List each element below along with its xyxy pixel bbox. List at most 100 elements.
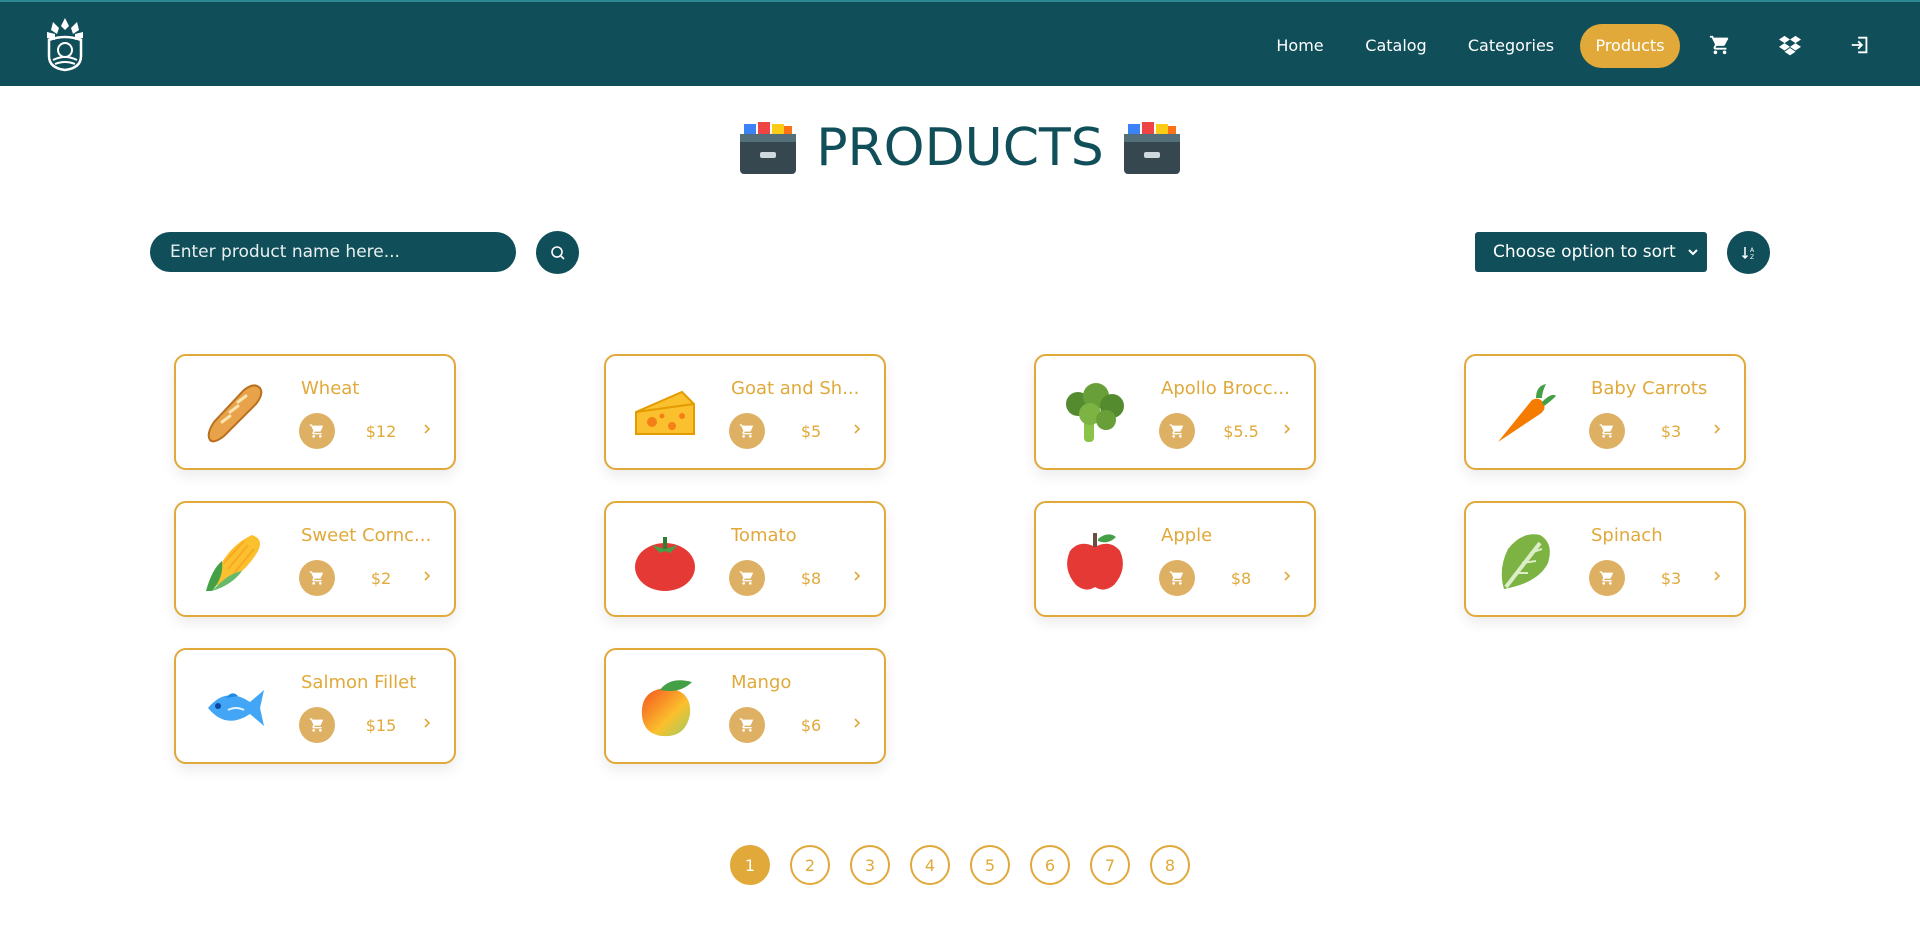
pagination-page-8[interactable]: 8 [1150, 845, 1190, 885]
pagination-page-6[interactable]: 6 [1030, 845, 1070, 885]
navbar: Home Catalog Categories Products [0, 0, 1920, 86]
cart-icon [1169, 571, 1184, 585]
product-name: Apple [1161, 525, 1213, 546]
chevron-right-icon[interactable] [420, 422, 434, 436]
product-price: $5 [800, 422, 822, 441]
leafy-green-icon [1501, 534, 1550, 589]
product-card[interactable]: Spinach $3 [1464, 501, 1746, 617]
mango-icon [641, 680, 692, 737]
product-name: Goat and Sh... [731, 378, 860, 399]
product-card[interactable]: Sweet Cornc... $2 [174, 501, 456, 617]
pagination-page-4[interactable]: 4 [910, 845, 950, 885]
add-to-cart-button[interactable] [299, 413, 335, 449]
cart-icon [739, 718, 754, 732]
product-card[interactable]: Mango $6 [604, 648, 886, 764]
cart-icon [1599, 571, 1614, 585]
add-to-cart-button[interactable] [1159, 560, 1195, 596]
pagination-page-7[interactable]: 7 [1090, 845, 1130, 885]
chevron-right-icon[interactable] [1280, 569, 1294, 583]
product-price: $8 [1230, 569, 1252, 588]
product-price: $2 [370, 569, 392, 588]
product-card[interactable]: Apollo Brocc... $5.5 [1034, 354, 1316, 470]
card-file-box-icon [740, 122, 797, 174]
product-card[interactable]: Goat and Sh... $5 [604, 354, 886, 470]
chevron-right-icon[interactable] [850, 422, 864, 436]
product-name: Spinach [1591, 525, 1663, 546]
sort-selected-value: Choose option to sort [1493, 242, 1676, 262]
product-price: $15 [365, 716, 397, 735]
chevron-right-icon[interactable] [1280, 422, 1294, 436]
product-price: $12 [365, 422, 397, 441]
product-card[interactable]: Apple $8 [1034, 501, 1316, 617]
product-card[interactable]: Baby Carrots $3 [1464, 354, 1746, 470]
search-button[interactable] [536, 231, 579, 274]
product-price: $3 [1660, 569, 1682, 588]
pagination-page-2[interactable]: 2 [790, 845, 830, 885]
cart-icon [1169, 424, 1184, 438]
fish-icon [208, 690, 264, 726]
sort-select[interactable]: Choose option to sort [1475, 232, 1707, 272]
cart-icon[interactable] [1709, 34, 1731, 56]
product-price: $8 [800, 569, 822, 588]
nav-home[interactable]: Home [1262, 24, 1338, 68]
product-card[interactable]: Salmon Fillet $15 [174, 648, 456, 764]
cart-icon [309, 571, 324, 585]
dropbox-icon[interactable] [1779, 34, 1801, 56]
product-name: Wheat [301, 378, 360, 399]
card-file-box-icon [1123, 122, 1180, 174]
cart-icon [309, 424, 324, 438]
product-name: Tomato [731, 525, 797, 546]
add-to-cart-button[interactable] [299, 560, 335, 596]
pagination-page-1[interactable]: 1 [730, 845, 770, 885]
add-to-cart-button[interactable] [299, 707, 335, 743]
sort-button[interactable]: A Z [1727, 231, 1770, 274]
nav-catalog[interactable]: Catalog [1354, 24, 1438, 68]
product-name: Apollo Brocc... [1161, 378, 1290, 399]
apple-icon [1067, 533, 1123, 590]
product-name: Mango [731, 672, 792, 693]
brand-logo[interactable] [43, 16, 87, 72]
cart-icon [739, 424, 754, 438]
product-card[interactable]: Tomato $8 [604, 501, 886, 617]
pagination-page-5[interactable]: 5 [970, 845, 1010, 885]
product-price: $5.5 [1223, 422, 1259, 441]
product-card[interactable]: Wheat $12 [174, 354, 456, 470]
broccoli-icon [1066, 383, 1124, 442]
product-name: Sweet Cornc... [301, 525, 432, 546]
chevron-down-icon [1688, 249, 1698, 256]
add-to-cart-button[interactable] [729, 560, 765, 596]
page-title: PRODUCTS [816, 118, 1104, 178]
svg-text:Z: Z [1750, 254, 1754, 261]
chevron-right-icon[interactable] [1710, 422, 1724, 436]
cart-icon [309, 718, 324, 732]
product-name: Salmon Fillet [301, 672, 417, 693]
add-to-cart-button[interactable] [729, 413, 765, 449]
add-to-cart-button[interactable] [1589, 560, 1625, 596]
chevron-right-icon[interactable] [850, 569, 864, 583]
cart-icon [1599, 424, 1614, 438]
chevron-right-icon[interactable] [850, 716, 864, 730]
chevron-right-icon[interactable] [420, 569, 434, 583]
add-to-cart-button[interactable] [1589, 413, 1625, 449]
nav-categories[interactable]: Categories [1458, 24, 1564, 68]
carrot-icon [1498, 384, 1556, 442]
nav-products[interactable]: Products [1580, 24, 1680, 68]
sort-icon: A Z [1741, 246, 1755, 261]
cheese-icon [635, 390, 695, 435]
pagination-page-3[interactable]: 3 [850, 845, 890, 885]
search-icon [550, 245, 565, 260]
product-price: $6 [800, 716, 822, 735]
baguette-icon [207, 384, 263, 443]
product-name: Baby Carrots [1591, 378, 1708, 399]
add-to-cart-button[interactable] [729, 707, 765, 743]
svg-text:A: A [1750, 247, 1755, 254]
tomato-icon [635, 537, 695, 591]
search-input[interactable] [150, 232, 516, 272]
corn-icon [206, 535, 260, 591]
chevron-right-icon[interactable] [420, 716, 434, 730]
product-price: $3 [1660, 422, 1682, 441]
chevron-right-icon[interactable] [1710, 569, 1724, 583]
add-to-cart-button[interactable] [1159, 413, 1195, 449]
logout-icon[interactable] [1849, 34, 1871, 56]
page-title-row: PRODUCTS [0, 118, 1920, 178]
